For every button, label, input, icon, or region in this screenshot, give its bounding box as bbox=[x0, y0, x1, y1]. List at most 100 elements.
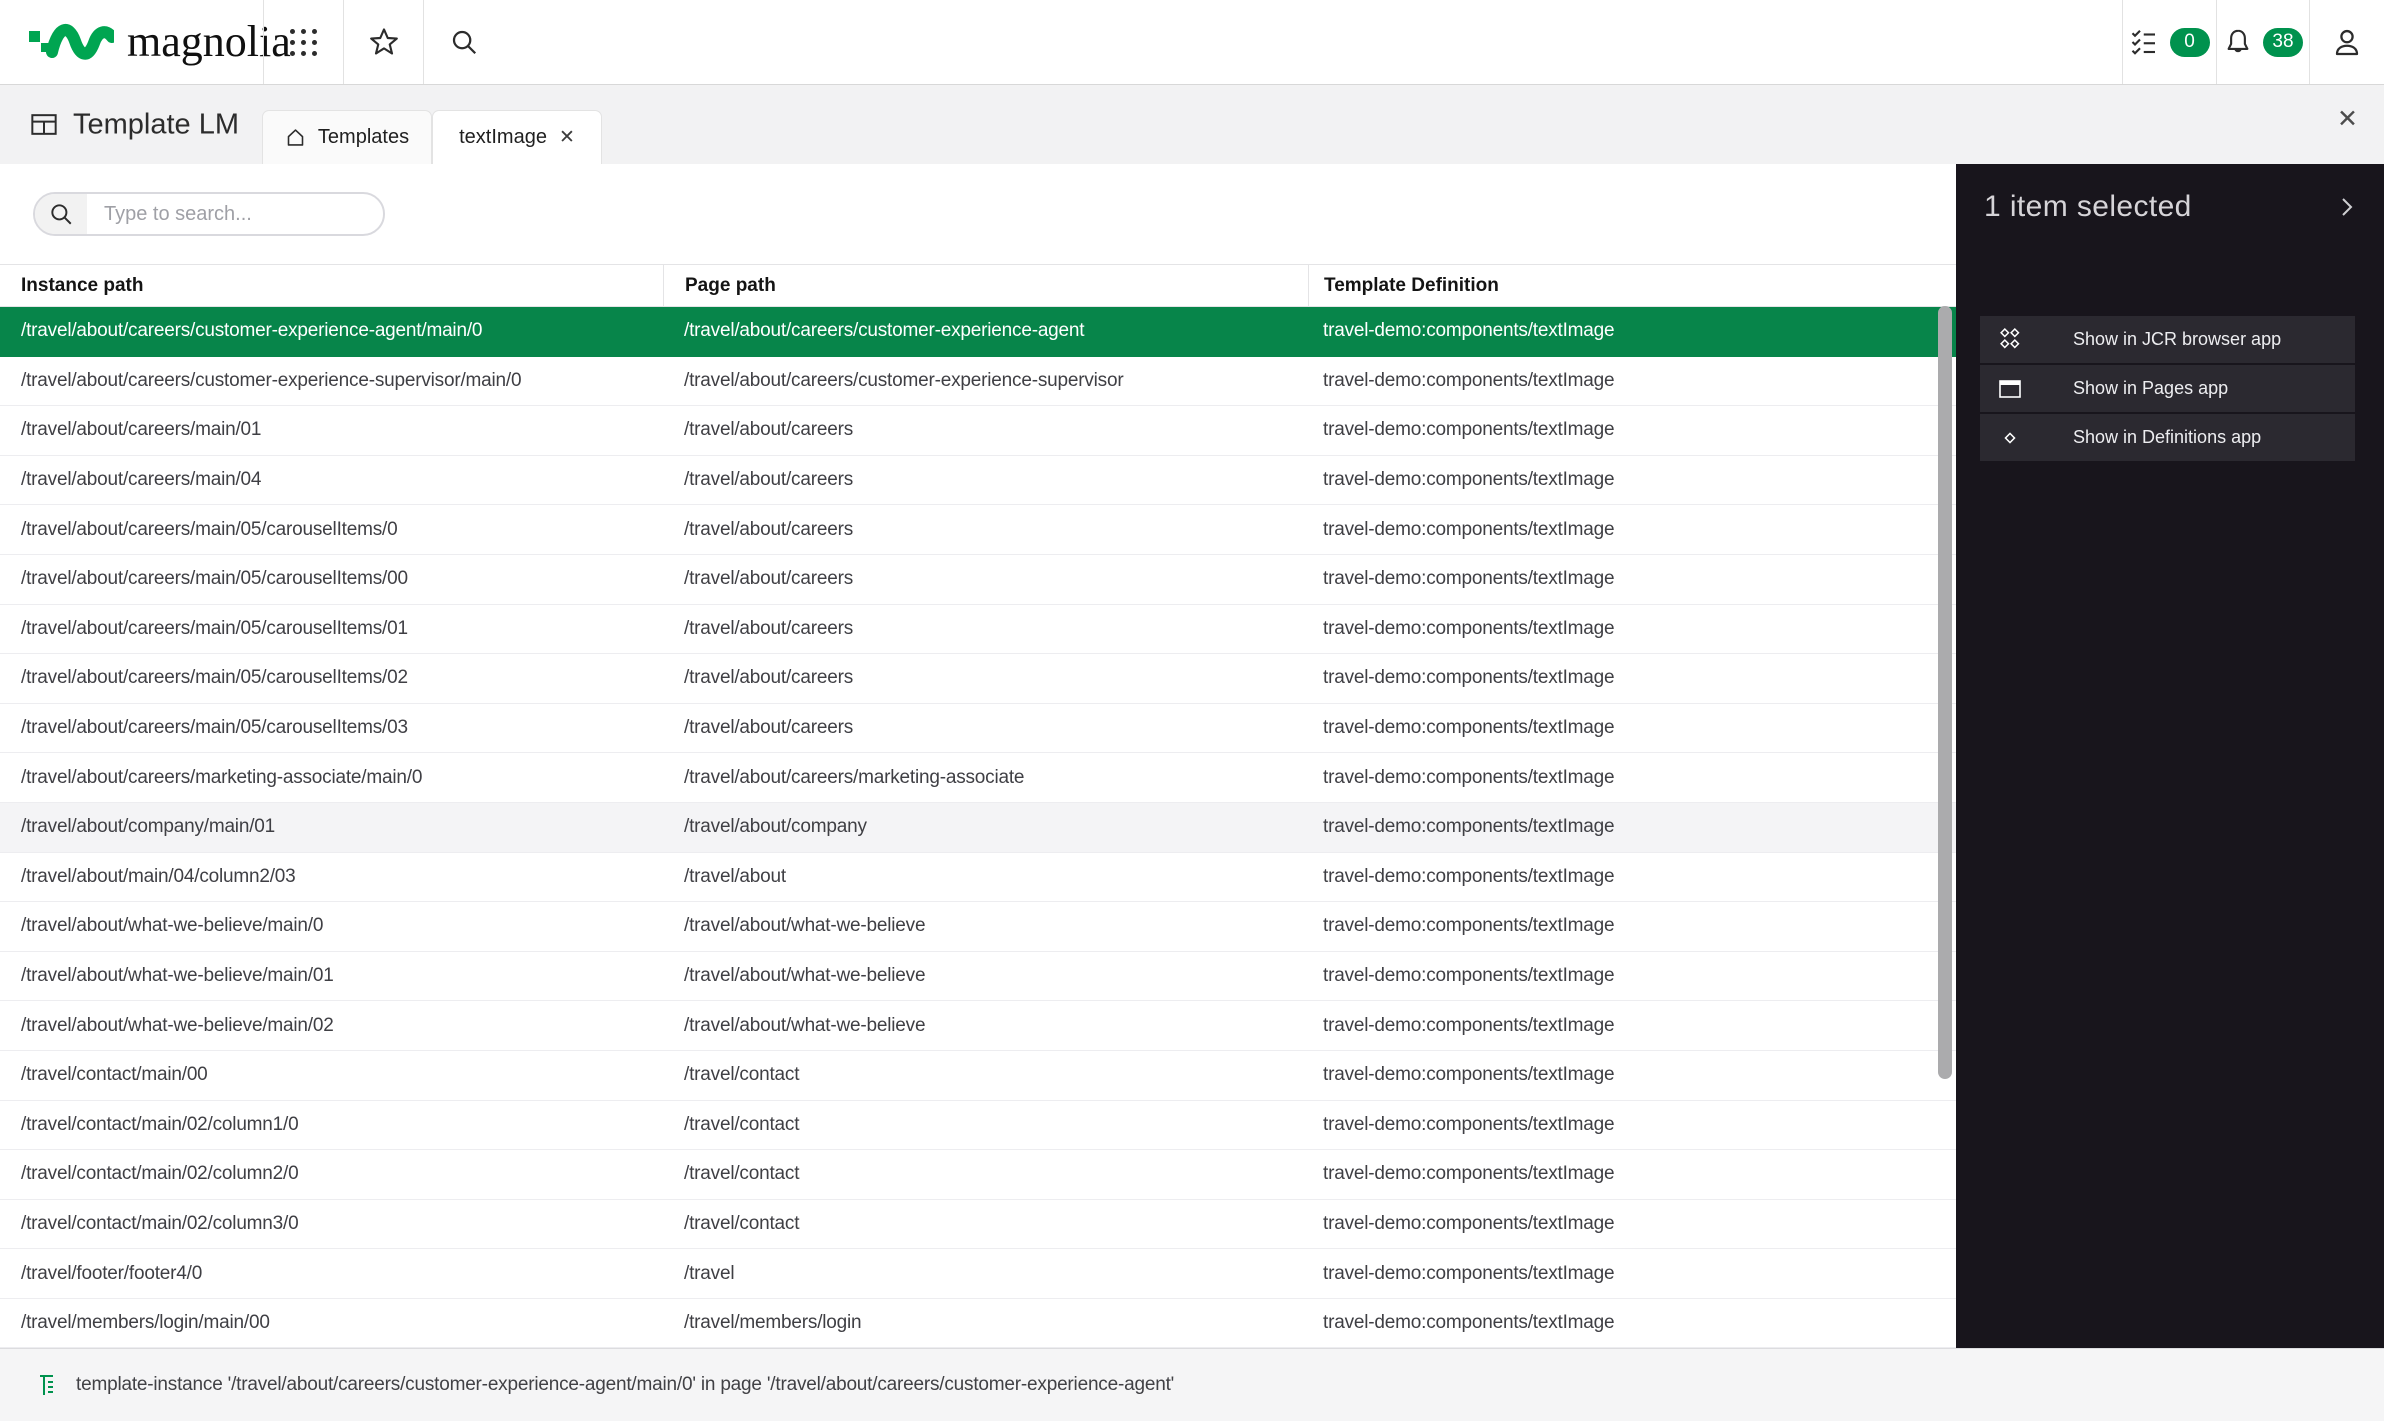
tab-textimage-label: textImage bbox=[459, 126, 547, 149]
table-row[interactable]: /travel/footer/footer4/0 /travel travel-… bbox=[0, 1249, 1956, 1299]
cell-instance-path: /travel/members/login/main/00 bbox=[0, 1312, 663, 1334]
home-icon bbox=[285, 127, 306, 148]
cell-template-definition: travel-demo:components/textImage bbox=[1308, 519, 1956, 541]
cell-instance-path: /travel/about/careers/main/05/carouselIt… bbox=[0, 618, 663, 640]
column-header-page-path[interactable]: Page path bbox=[663, 265, 1308, 306]
cell-template-definition: travel-demo:components/textImage bbox=[1308, 717, 1956, 739]
action-label: Show in Definitions app bbox=[2073, 427, 2261, 448]
magnolia-wave-logo-icon bbox=[28, 16, 114, 68]
cell-instance-path: /travel/about/careers/main/05/carouselIt… bbox=[0, 717, 663, 739]
table-row[interactable]: /travel/contact/main/00 /travel/contact … bbox=[0, 1051, 1956, 1101]
profile-button[interactable] bbox=[2309, 0, 2384, 84]
cell-template-definition: travel-demo:components/textImage bbox=[1308, 1263, 1956, 1285]
cell-template-definition: travel-demo:components/textImage bbox=[1308, 419, 1956, 441]
table-row[interactable]: /travel/about/careers/customer-experienc… bbox=[0, 357, 1956, 407]
table-row[interactable]: /travel/about/main/04/column2/03 /travel… bbox=[0, 853, 1956, 903]
table-row[interactable]: /travel/members/login/main/00 /travel/me… bbox=[0, 1299, 1956, 1349]
table-row[interactable]: /travel/about/careers/customer-experienc… bbox=[0, 307, 1956, 357]
apps-grid-icon[interactable] bbox=[263, 0, 343, 84]
cell-instance-path: /travel/about/what-we-believe/main/01 bbox=[0, 965, 663, 987]
action-list: Show in JCR browser app Show in Pages ap… bbox=[1980, 316, 2355, 461]
table-row[interactable]: /travel/about/careers/main/05/carouselIt… bbox=[0, 555, 1956, 605]
column-header-template-definition[interactable]: Template Definition bbox=[1308, 265, 1956, 306]
cell-page-path: /travel/contact bbox=[663, 1213, 1308, 1235]
cell-instance-path: /travel/about/careers/main/05/carouselIt… bbox=[0, 568, 663, 590]
tasks-badge: 0 bbox=[2170, 28, 2210, 57]
search-row bbox=[0, 164, 1956, 264]
table-body: /travel/about/careers/customer-experienc… bbox=[0, 307, 1956, 1348]
table-row[interactable]: /travel/about/company/main/01 /travel/ab… bbox=[0, 803, 1956, 853]
table-row[interactable]: /travel/about/careers/main/05/carouselIt… bbox=[0, 605, 1956, 655]
header-spacer bbox=[503, 0, 2122, 84]
column-header-instance-path[interactable]: Instance path bbox=[0, 265, 663, 306]
table-row[interactable]: /travel/about/careers/marketing-associat… bbox=[0, 753, 1956, 803]
cell-page-path: /travel/about/careers/marketing-associat… bbox=[663, 767, 1308, 789]
cell-template-definition: travel-demo:components/textImage bbox=[1308, 469, 1956, 491]
action-show-in-definitions[interactable]: Show in Definitions app bbox=[1980, 414, 2355, 461]
table-row[interactable]: /travel/about/careers/main/05/carouselIt… bbox=[0, 654, 1956, 704]
tasks-button[interactable]: 0 bbox=[2122, 0, 2216, 84]
table-row[interactable]: /travel/about/careers/main/01 /travel/ab… bbox=[0, 406, 1956, 456]
cell-page-path: /travel/about/careers bbox=[663, 568, 1308, 590]
action-show-in-jcr-browser[interactable]: Show in JCR browser app bbox=[1980, 316, 2355, 363]
apps-grid-dots bbox=[290, 29, 317, 56]
search-icon[interactable] bbox=[423, 0, 503, 84]
table-scrollbar-thumb[interactable] bbox=[1938, 306, 1952, 1079]
table-row[interactable]: /travel/about/careers/main/05/carouselIt… bbox=[0, 704, 1956, 754]
cell-template-definition: travel-demo:components/textImage bbox=[1308, 915, 1956, 937]
search-box[interactable] bbox=[33, 192, 385, 236]
searchbox-magnifier-icon bbox=[35, 194, 87, 234]
table-row[interactable]: /travel/about/careers/main/05/carouselIt… bbox=[0, 505, 1956, 555]
action-show-in-pages[interactable]: Show in Pages app bbox=[1980, 365, 2355, 412]
definitions-diamond-icon bbox=[1999, 431, 2021, 445]
cell-page-path: /travel/about/company bbox=[663, 816, 1308, 838]
cell-instance-path: /travel/contact/main/00 bbox=[0, 1064, 663, 1086]
shell-header: magnolia 0 38 bbox=[0, 0, 2384, 85]
tab-strip: Templates textImage ✕ bbox=[262, 110, 602, 164]
app-tabbar: Template LM Templates textImage ✕ ✕ bbox=[0, 85, 2384, 164]
cell-instance-path: /travel/about/company/main/01 bbox=[0, 816, 663, 838]
cell-template-definition: travel-demo:components/textImage bbox=[1308, 866, 1956, 888]
action-label: Show in JCR browser app bbox=[2073, 329, 2281, 350]
cell-instance-path: /travel/about/what-we-believe/main/02 bbox=[0, 1015, 663, 1037]
cell-template-definition: travel-demo:components/textImage bbox=[1308, 816, 1956, 838]
magnolia-logo: magnolia bbox=[0, 0, 263, 84]
cell-page-path: /travel/about/careers bbox=[663, 618, 1308, 640]
table-row[interactable]: /travel/about/careers/main/04 /travel/ab… bbox=[0, 456, 1956, 506]
cell-instance-path: /travel/about/careers/customer-experienc… bbox=[0, 370, 663, 392]
user-icon bbox=[2331, 26, 2363, 58]
cell-template-definition: travel-demo:components/textImage bbox=[1308, 320, 1956, 342]
cell-template-definition: travel-demo:components/textImage bbox=[1308, 1114, 1956, 1136]
table-row[interactable]: /travel/about/what-we-believe/main/01 /t… bbox=[0, 952, 1956, 1002]
template-instance-icon bbox=[38, 1372, 60, 1398]
cell-page-path: /travel/about bbox=[663, 866, 1308, 888]
cell-page-path: /travel/about/careers bbox=[663, 469, 1308, 491]
cell-instance-path: /travel/contact/main/02/column3/0 bbox=[0, 1213, 663, 1235]
search-input[interactable] bbox=[87, 194, 383, 234]
table-row[interactable]: /travel/about/what-we-believe/main/02 /t… bbox=[0, 1001, 1956, 1051]
cell-page-path: /travel/about/what-we-believe bbox=[663, 965, 1308, 987]
table-row[interactable]: /travel/contact/main/02/column3/0 /trave… bbox=[0, 1200, 1956, 1250]
tab-templates[interactable]: Templates bbox=[262, 110, 432, 164]
app-title-label: Template LM bbox=[73, 108, 239, 141]
notifications-button[interactable]: 38 bbox=[2216, 0, 2309, 84]
chevron-right-icon[interactable] bbox=[2340, 195, 2354, 219]
cell-page-path: /travel/contact bbox=[663, 1163, 1308, 1185]
action-label: Show in Pages app bbox=[2073, 378, 2228, 399]
tab-textimage[interactable]: textImage ✕ bbox=[432, 110, 602, 164]
table-header: Instance path Page path Template Definit… bbox=[0, 264, 1956, 307]
favorites-star-icon[interactable] bbox=[343, 0, 423, 84]
cell-instance-path: /travel/about/careers/main/05/carouselIt… bbox=[0, 519, 663, 541]
cell-template-definition: travel-demo:components/textImage bbox=[1308, 1163, 1956, 1185]
table-row[interactable]: /travel/contact/main/02/column2/0 /trave… bbox=[0, 1150, 1956, 1200]
cell-template-definition: travel-demo:components/textImage bbox=[1308, 1064, 1956, 1086]
selection-count-label: 1 item selected bbox=[1984, 190, 2192, 224]
table-row[interactable]: /travel/contact/main/02/column1/0 /trave… bbox=[0, 1101, 1956, 1151]
close-app-icon[interactable]: ✕ bbox=[2337, 107, 2358, 132]
cell-template-definition: travel-demo:components/textImage bbox=[1308, 767, 1956, 789]
cell-template-definition: travel-demo:components/textImage bbox=[1308, 1213, 1956, 1235]
tab-close-icon[interactable]: ✕ bbox=[559, 128, 575, 147]
table-row[interactable]: /travel/about/what-we-believe/main/0 /tr… bbox=[0, 902, 1956, 952]
cell-instance-path: /travel/about/careers/main/01 bbox=[0, 419, 663, 441]
cell-page-path: /travel bbox=[663, 1263, 1308, 1285]
